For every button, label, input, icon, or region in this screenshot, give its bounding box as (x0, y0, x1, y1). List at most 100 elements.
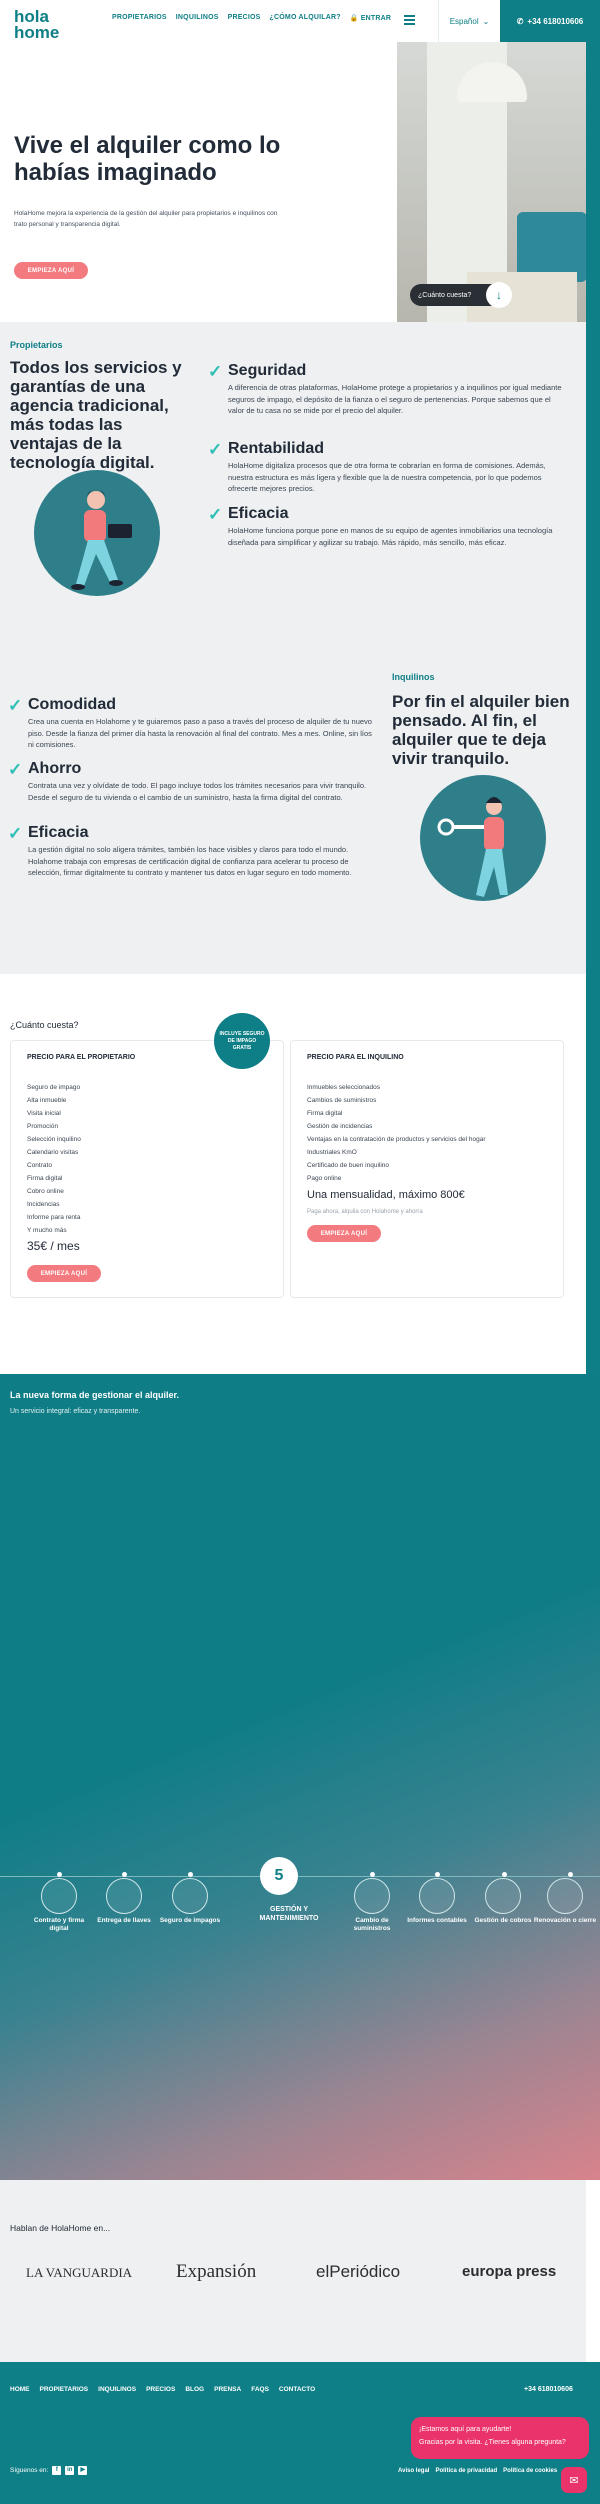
feature-eficacia-owner: Eficacia HolaHome funciona porque pone e… (228, 505, 566, 548)
footer-link-faqs[interactable]: FAQS (251, 2386, 269, 2393)
youtube-icon[interactable]: ▶ (78, 2466, 88, 2475)
tenant-price-card: PRECIO PARA EL INQUILINO Inmuebles selec… (290, 1040, 564, 1298)
list-item: Seguro de impago (27, 1084, 81, 1091)
arrow-down-icon[interactable]: ↓ (486, 282, 512, 308)
footer-link-inquilinos[interactable]: INQUILINOS (98, 2386, 136, 2393)
tenant-cta-button[interactable]: EMPIEZA AQUÍ (307, 1225, 381, 1242)
list-item: Promoción (27, 1123, 59, 1130)
owner-illustration (34, 470, 160, 596)
list-item: Gestión de incidencias (307, 1123, 373, 1130)
feature-text: A diferencia de otras plataformas, HolaH… (228, 383, 562, 415)
timeline-dot (502, 1872, 507, 1877)
list-item: Informe para renta (27, 1214, 81, 1221)
chat-line-1: ¡Estamos aquí para ayudarte! (419, 2426, 512, 2433)
whatsapp-icon: ✆ (516, 16, 524, 26)
tenant-illustration (420, 775, 546, 901)
process-subtitle: Un servicio integral: eficaz y transpare… (10, 1408, 141, 1415)
contract-icon (41, 1878, 77, 1914)
timeline-dot (122, 1872, 127, 1877)
phone-button[interactable]: ✆ +34 618010606 (500, 0, 600, 42)
hamburger-menu-icon[interactable] (404, 15, 415, 25)
chat-icon[interactable]: ✉ (561, 2467, 587, 2493)
step-cobros[interactable]: Gestión de cobros (468, 1878, 538, 1925)
social-label: Síguenos en: (10, 2467, 49, 2474)
step-informes[interactable]: Informes contables (402, 1878, 472, 1925)
list-item: Industriales KmO (307, 1149, 357, 1156)
nav-inquilinos[interactable]: INQUILINOS (176, 14, 219, 22)
linkedin-icon[interactable]: in (65, 2466, 75, 2475)
step-label: Cambio de suministros (353, 1917, 391, 1932)
feature-text: Contrata una vez y olvídate de todo. El … (28, 781, 367, 802)
chat-bubble[interactable]: ¡Estamos aquí para ayudarte! Gracias por… (411, 2417, 589, 2459)
feature-title: Seguridad (228, 362, 307, 379)
feature-title: Rentabilidad (228, 440, 325, 457)
main-nav: PROPIETARIOS INQUILINOS PRECIOS ¿CÓMO AL… (112, 14, 391, 22)
hero-cta-button[interactable]: EMPIEZA AQUÍ (14, 262, 88, 279)
europapress-logo[interactable]: europa press (462, 2263, 556, 2280)
footer-nav: HOME PROPIETARIOS INQUILINOS PRECIOS BLO… (10, 2386, 315, 2393)
payment-icon (485, 1878, 521, 1914)
list-item: Cobro online (27, 1188, 64, 1195)
current-step-number[interactable]: 5 (260, 1857, 298, 1895)
lavanguardia-logo[interactable]: LA VANGUARDIA (26, 2265, 132, 2281)
chevron-down-icon: ⌄ (482, 16, 490, 26)
hero-text: HolaHome mejora la experiencia de la ges… (14, 210, 278, 228)
feature-seguridad: Seguridad A diferencia de otras platafor… (228, 362, 566, 417)
list-item: Contrato (27, 1162, 52, 1169)
list-item: Alta inmueble (27, 1097, 67, 1104)
step-seguro[interactable]: Seguro de impagos (155, 1878, 225, 1925)
step-label: Informes contables (407, 1917, 467, 1924)
chat-line-2: Gracias por la visita. ¿Tienes alguna pr… (419, 2439, 566, 2446)
renewal-icon (547, 1878, 583, 1914)
list-item: Calendario visitas (27, 1149, 79, 1156)
step-contrato[interactable]: Contrato y firma digital (24, 1878, 94, 1933)
process-title: La nueva forma de gestionar el alquiler. (10, 1390, 180, 1400)
owner-price: 35€ / mes (27, 1239, 80, 1253)
elperiodico-logo[interactable]: elPeriódico (316, 2262, 400, 2282)
facebook-icon[interactable]: f (52, 2466, 62, 2475)
timeline-dot (435, 1872, 440, 1877)
feature-ahorro: Ahorro Contrata una vez y olvídate de to… (28, 760, 376, 803)
tenant-price-note: Paga ahora, alquila con Holahome y ahorr… (307, 1209, 423, 1215)
step-label: Gestión de cobros (474, 1917, 532, 1924)
language-selector[interactable]: Español ⌄ (438, 0, 500, 42)
feature-comodidad: Comodidad Crea una cuenta en Holahome y … (28, 696, 376, 751)
nav-como-alquilar[interactable]: ¿CÓMO ALQUILAR? (270, 14, 341, 22)
step-renovacion[interactable]: Renovación o cierre (530, 1878, 600, 1925)
feature-text: La gestión digital no solo aligera trámi… (28, 845, 352, 877)
list-item: Firma digital (27, 1175, 63, 1182)
footer-link-contacto[interactable]: CONTACTO (279, 2386, 315, 2393)
check-icon: ✓ (8, 696, 23, 715)
feature-text: HolaHome funciona porque pone en manos d… (228, 526, 553, 547)
nav-propietarios[interactable]: PROPIETARIOS (112, 14, 167, 22)
legal-link-privacidad[interactable]: Política de privacidad (435, 2468, 497, 2474)
footer-link-precios[interactable]: PRECIOS (146, 2386, 175, 2393)
step-llaves[interactable]: Entrega de llaves (89, 1878, 159, 1925)
step-suministros[interactable]: Cambio de suministros (337, 1878, 407, 1933)
footer-link-blog[interactable]: BLOG (185, 2386, 204, 2393)
list-item: Incidencias (27, 1201, 60, 1208)
footer-legal: Aviso legal Política de privacidad Polít… (398, 2468, 557, 2474)
nav-entrar[interactable]: 🔒 ENTRAR (350, 14, 391, 22)
keys-icon (106, 1878, 142, 1914)
footer-link-prensa[interactable]: PRENSA (214, 2386, 241, 2393)
footer-link-propietarios[interactable]: PROPIETARIOS (40, 2386, 89, 2393)
step-label: Contrato y firma digital (33, 1917, 85, 1932)
timeline (0, 1876, 600, 1877)
footer-link-home[interactable]: HOME (10, 2386, 30, 2393)
nav-precios[interactable]: PRECIOS (228, 14, 261, 22)
tenant-price: Una mensualidad, máximo 800€ (307, 1189, 465, 1201)
expansion-logo[interactable]: Expansión (176, 2261, 256, 2283)
legal-link-aviso[interactable]: Aviso legal (398, 2468, 429, 2474)
logo[interactable]: hola home (14, 8, 74, 41)
legal-link-cookies[interactable]: Política de cookies (503, 2468, 557, 2474)
timeline-dot (568, 1872, 573, 1877)
owner-cta-button[interactable]: EMPIEZA AQUÍ (27, 1265, 101, 1282)
footer-phone[interactable]: +34 618010606 (524, 2386, 573, 2393)
owner-price-list: Seguro de impago Alta inmueble Visita in… (27, 1081, 81, 1237)
list-item: Visita inicial (27, 1110, 61, 1117)
step-label: Seguro de impagos (159, 1917, 221, 1924)
side-strip (586, 42, 600, 1374)
timeline-dot (370, 1872, 375, 1877)
current-step-title: GESTIÓN Y MANTENIMIENTO (259, 1906, 319, 1922)
